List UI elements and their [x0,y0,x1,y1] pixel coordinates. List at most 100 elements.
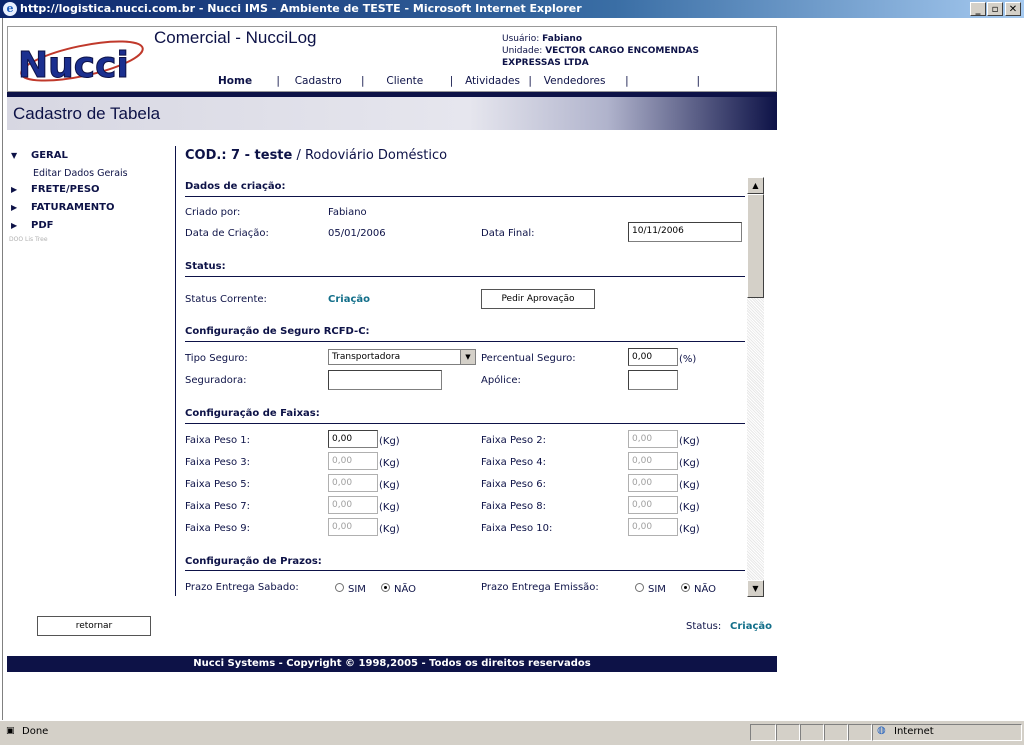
site-header: Nucci Comercial - NucciLog Usuário: Fabi… [7,26,777,92]
prazo-emissao-nao-radio[interactable] [681,583,690,592]
content-scrollbar[interactable]: ▲ ▼ [747,177,764,597]
user-name: Fabiano [542,34,583,44]
section-rule [185,276,745,277]
scroll-up-icon[interactable]: ▲ [747,177,764,194]
nav-separator: | [696,75,700,87]
seguradora-input[interactable] [328,370,442,390]
user-label: Usuário: [502,34,540,44]
faixa-peso-label: Faixa Peso 9: [185,523,251,534]
window-titlebar: e http://logistica.nucci.com.br - Nucci … [0,0,1024,18]
status-cell [848,724,872,741]
faixa-peso-input[interactable]: 0,00 [328,430,378,448]
sidebar-item-geral[interactable]: ▼ GERAL [11,150,68,161]
unit-name-cont: EXPRESSAS LTDA [502,58,589,68]
status-corrente-label: Status Corrente: [185,294,267,305]
prazo-emissao-label: Prazo Entrega Emissão: [481,582,599,593]
tipo-seguro-select[interactable]: Transportadora ▼ [328,349,476,365]
nav-atividades[interactable]: Atividades [465,75,525,87]
section-rule [185,423,745,424]
nav-separator: | [528,75,532,87]
criado-por-label: Criado por: [185,207,241,218]
prazo-emissao-sim-radio[interactable] [635,583,644,592]
status-cell [824,724,848,741]
faixa-peso-label: Faixa Peso 5: [185,479,251,490]
status-done: Done [22,726,49,737]
record-type: / Rodoviário Doméstico [292,148,448,163]
page-title: Cadastro de Tabela [13,104,161,123]
sidebar-item-label: FRETE/PESO [31,184,100,195]
section-dados-criacao: Dados de criação: [185,181,286,192]
kg-unit: (Kg) [679,502,700,513]
user-info: Usuário: Fabiano Unidade: VECTOR CARGO E… [502,33,699,69]
faixa-peso-label: Faixa Peso 1: [185,435,251,446]
sidebar-item-label: FATURAMENTO [31,202,115,213]
faixa-peso-input[interactable]: 0,00 [628,518,678,536]
nav-vendedores[interactable]: Vendedores [544,75,622,87]
faixa-peso-input[interactable]: 0,00 [628,474,678,492]
faixa-peso-label: Faixa Peso 7: [185,501,251,512]
faixa-peso-input[interactable]: 0,00 [328,452,378,470]
sidebar-item-frete-peso[interactable]: ▶ FRETE/PESO [11,184,100,195]
prazo-sabado-nao-radio[interactable] [381,583,390,592]
section-rule [185,341,745,342]
maximize-button[interactable]: ▫ [987,2,1003,16]
minimize-button[interactable]: _ [970,2,986,16]
top-navigation: Home | Cadastro | Cliente | Atividades |… [218,75,700,87]
percent-unit: (%) [679,354,697,365]
kg-unit: (Kg) [679,480,700,491]
web-page: Nucci Comercial - NucciLog Usuário: Fabi… [7,26,777,672]
data-final-input[interactable]: 10/11/2006 [628,222,742,242]
sidebar-item-faturamento[interactable]: ▶ FATURAMENTO [11,202,115,213]
unit-label: Unidade: [502,46,543,56]
data-criacao-value: 05/01/2006 [328,228,386,239]
faixa-peso-input[interactable]: 0,00 [328,496,378,514]
nav-separator: | [361,75,365,87]
kg-unit: (Kg) [379,458,400,469]
faixa-peso-input[interactable]: 0,00 [328,474,378,492]
faixa-peso-input[interactable]: 0,00 [328,518,378,536]
faixa-peso-label: Faixa Peso 2: [481,435,547,446]
status-corrente-value: Criação [328,294,370,305]
scroll-down-icon[interactable]: ▼ [747,580,764,597]
nav-home[interactable]: Home [218,75,273,87]
faixa-peso-input[interactable]: 0,00 [628,452,678,470]
retornar-button[interactable]: retornar [37,616,151,636]
record-header: COD.: 7 - teste / Rodoviário Doméstico [185,148,447,163]
kg-unit: (Kg) [679,436,700,447]
section-seguro: Configuração de Seguro RCFD-C: [185,326,370,337]
unit-name: VECTOR CARGO ENCOMENDAS [545,46,699,56]
apolice-label: Apólice: [481,375,521,386]
faixa-peso-label: Faixa Peso 8: [481,501,547,512]
nav-cadastro[interactable]: Cadastro [295,75,358,87]
site-footer: Nucci Systems - Copyright © 1998,2005 - … [7,656,777,672]
prazo-sabado-sim-radio[interactable] [335,583,344,592]
record-code: COD.: 7 - teste [185,148,293,163]
sidebar-item-pdf[interactable]: ▶ PDF [11,220,53,231]
faixa-peso-input[interactable]: 0,00 [628,430,678,448]
scrollbar-thumb[interactable] [747,194,764,298]
nav-cliente[interactable]: Cliente [386,75,446,87]
kg-unit: (Kg) [379,524,400,535]
tipo-seguro-value: Transportadora [332,352,401,362]
chevron-right-icon: ▶ [11,185,18,194]
window-frame-edge [2,18,3,720]
app-title: Comercial - NucciLog [154,28,317,47]
page-title-band: Cadastro de Tabela [7,97,777,130]
sidebar-item-label: GERAL [31,150,68,161]
apolice-input[interactable] [628,370,678,390]
data-final-label: Data Final: [481,228,535,239]
sidebar-item-label: PDF [31,220,54,231]
section-rule [185,196,745,197]
bottom-status-value: Criação [730,621,772,632]
radio-label-sim: SIM [348,584,366,595]
prazo-sabado-label: Prazo Entrega Sabado: [185,582,299,593]
pedir-aprovacao-button[interactable]: Pedir Aprovação [481,289,595,309]
close-button[interactable]: ✕ [1005,2,1021,16]
faixa-peso-input[interactable]: 0,00 [628,496,678,514]
chevron-right-icon: ▶ [11,221,18,230]
sidebar-subitem-editar-dados-gerais[interactable]: Editar Dados Gerais [33,168,128,179]
section-status: Status: [185,261,226,272]
logo-text: Nucci [18,45,129,86]
kg-unit: (Kg) [679,458,700,469]
percentual-seguro-input[interactable]: 0,00 [628,348,678,366]
